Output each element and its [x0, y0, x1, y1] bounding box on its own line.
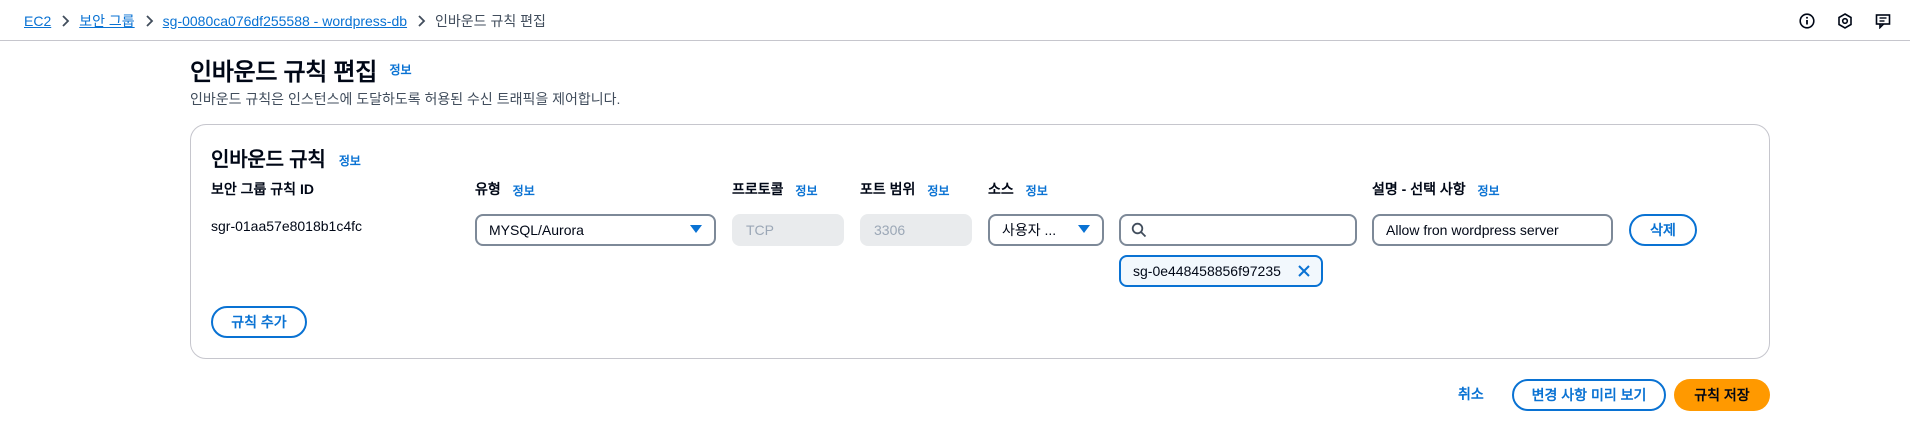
breadcrumb-security-groups[interactable]: 보안 그룹: [79, 11, 134, 31]
source-token: sg-0e448458856f97235: [1119, 255, 1323, 287]
chevron-right-icon: [407, 14, 435, 27]
rule-id-value: sgr-01aa57e8018b1c4fc: [211, 218, 363, 234]
type-select[interactable]: MYSQL/Aurora: [475, 214, 716, 246]
column-header-rule-id-text: 보안 그룹 규칙 ID: [211, 181, 314, 197]
preview-changes-button[interactable]: 변경 사항 미리 보기: [1512, 379, 1666, 411]
description-input[interactable]: Allow fron wordpress server: [1372, 214, 1613, 246]
port-range-info-link[interactable]: 정보: [927, 184, 949, 198]
save-rules-label: 규칙 저장: [1694, 387, 1750, 403]
column-header-description-text: 설명 - 선택 사항: [1372, 181, 1466, 197]
preview-changes-label: 변경 사항 미리 보기: [1531, 387, 1647, 403]
column-header-type: 유형 정보: [475, 179, 535, 199]
page-header: 인바운드 규칙 편집 정보: [190, 52, 412, 87]
add-rule-label: 규칙 추가: [231, 314, 287, 330]
column-header-description: 설명 - 선택 사항 정보: [1372, 179, 1500, 199]
source-type-select[interactable]: 사용자 ...: [988, 214, 1104, 246]
column-header-source-text: 소스: [988, 181, 1014, 197]
column-header-type-text: 유형: [475, 181, 501, 197]
column-header-port-range: 포트 범위 정보: [860, 179, 949, 199]
top-bar: EC2 보안 그룹 sg-0080ca076df255588 - wordpre…: [0, 0, 1910, 41]
source-type-value: 사용자 ...: [1002, 222, 1057, 238]
protocol-input: TCP: [732, 214, 844, 246]
column-header-protocol-text: 프로토콜: [732, 181, 784, 197]
settings-icon[interactable]: [1836, 12, 1854, 30]
save-rules-button[interactable]: 규칙 저장: [1674, 379, 1770, 411]
description-value: Allow fron wordpress server: [1386, 222, 1559, 238]
column-header-protocol: 프로토콜 정보: [732, 179, 818, 199]
breadcrumb-current: 인바운드 규칙 편집: [435, 12, 546, 29]
type-select-value: MYSQL/Aurora: [489, 222, 584, 238]
section-info-link[interactable]: 정보: [339, 154, 361, 168]
close-icon[interactable]: [1297, 264, 1311, 278]
inbound-rules-panel: 인바운드 규칙 정보 보안 그룹 규칙 ID 유형 정보 프로토콜 정보 포트 …: [190, 124, 1770, 359]
add-rule-button[interactable]: 규칙 추가: [211, 306, 307, 338]
caret-down-icon: [690, 225, 702, 233]
type-info-link[interactable]: 정보: [513, 184, 535, 198]
info-icon[interactable]: [1798, 12, 1816, 30]
caret-down-icon: [1078, 225, 1090, 233]
delete-rule-label: 삭제: [1650, 222, 1676, 238]
page-title: 인바운드 규칙 편집: [190, 59, 377, 86]
column-header-rule-id: 보안 그룹 규칙 ID: [211, 179, 314, 199]
column-header-source: 소스 정보: [988, 179, 1048, 199]
section-title: 인바운드 규칙 정보: [211, 143, 361, 172]
column-header-port-range-text: 포트 범위: [860, 181, 916, 197]
delete-rule-button[interactable]: 삭제: [1629, 214, 1697, 246]
protocol-info-link[interactable]: 정보: [795, 184, 817, 198]
cancel-button[interactable]: 취소: [1458, 384, 1484, 404]
chevron-right-icon: [51, 14, 79, 27]
port-range-input: 3306: [860, 214, 972, 246]
port-range-value: 3306: [874, 222, 906, 238]
breadcrumb: EC2 보안 그룹 sg-0080ca076df255588 - wordpre…: [24, 0, 546, 41]
chevron-right-icon: [135, 14, 163, 27]
search-icon: [1131, 222, 1147, 238]
feedback-icon[interactable]: [1874, 12, 1892, 30]
source-search-input[interactable]: [1119, 214, 1357, 246]
page-description: 인바운드 규칙은 인스턴스에 도달하도록 허용된 수신 트래픽을 제어합니다.: [190, 91, 621, 107]
description-info-link[interactable]: 정보: [1478, 184, 1500, 198]
section-title-text: 인바운드 규칙: [211, 149, 326, 171]
protocol-value: TCP: [746, 222, 774, 238]
source-token-label: sg-0e448458856f97235: [1133, 263, 1281, 279]
breadcrumb-security-group[interactable]: sg-0080ca076df255588 - wordpress-db: [163, 13, 407, 29]
page-info-link[interactable]: 정보: [389, 63, 411, 77]
source-info-link[interactable]: 정보: [1026, 184, 1048, 198]
breadcrumb-ec2[interactable]: EC2: [24, 13, 51, 29]
